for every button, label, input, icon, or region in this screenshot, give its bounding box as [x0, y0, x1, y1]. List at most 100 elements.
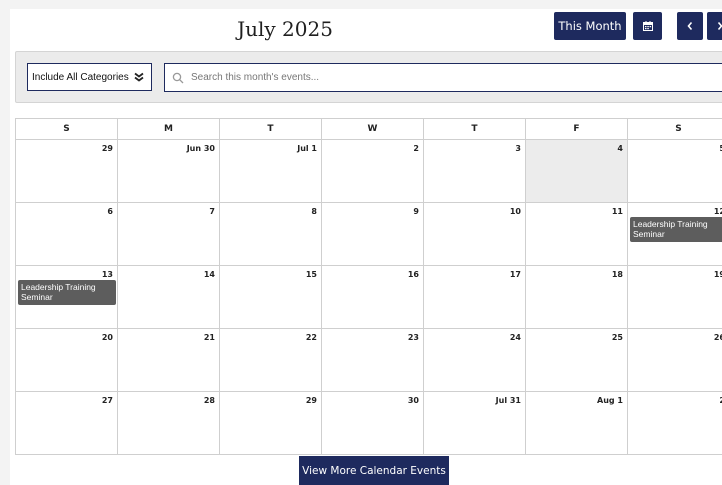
weekday-fri: F — [526, 119, 628, 140]
day-cell[interactable]: Jul 1 — [220, 140, 322, 203]
chevron-right-icon — [717, 21, 722, 31]
day-cell[interactable]: 2 — [628, 392, 722, 455]
weekday-sun: S — [16, 119, 118, 140]
event-search[interactable] — [164, 63, 722, 92]
day-number: 19 — [713, 270, 722, 279]
day-cell[interactable]: 18 — [526, 266, 628, 329]
event-chip[interactable]: Leadership Training Seminar — [630, 217, 722, 242]
calendar-icon — [642, 21, 653, 31]
day-number: 20 — [101, 333, 113, 342]
day-cell[interactable]: 19 — [628, 266, 722, 329]
day-number: 10 — [509, 207, 521, 216]
weekday-wed: W — [322, 119, 424, 140]
day-number: 8 — [311, 207, 317, 216]
month-title: July 2025 — [237, 17, 333, 41]
day-cell[interactable]: Aug 1 — [526, 392, 628, 455]
day-cell[interactable]: 12Leadership Training Seminar — [628, 203, 722, 266]
day-cell[interactable]: 16 — [322, 266, 424, 329]
day-number: 18 — [611, 270, 623, 279]
day-number: 25 — [611, 333, 623, 342]
day-number: 15 — [305, 270, 317, 279]
day-number: Jul 31 — [495, 396, 521, 405]
filter-bar: Include All Categories — [15, 51, 722, 103]
day-cell[interactable]: 29 — [16, 140, 118, 203]
day-number: 2 — [413, 144, 419, 153]
day-cell[interactable]: 2 — [322, 140, 424, 203]
day-number: Jul 1 — [297, 144, 317, 153]
day-number: 11 — [611, 207, 623, 216]
week-row: 27 28 29 30 Jul 31 Aug 1 2 — [16, 392, 722, 455]
day-cell[interactable]: 13 Leadership Training Seminar — [16, 266, 118, 329]
week-row: 13 Leadership Training Seminar 14 15 16 17 18 1… — [16, 266, 722, 329]
day-cell[interactable]: 21 — [118, 329, 220, 392]
day-cell-today[interactable]: 4 — [526, 140, 628, 203]
week-row: 6 7 8 9 10 11 12Leadership Training Seminar — [16, 203, 722, 266]
day-number: 17 — [509, 270, 521, 279]
day-cell[interactable]: 8 — [220, 203, 322, 266]
weekday-tue: T — [220, 119, 322, 140]
day-number: 26 — [713, 333, 722, 342]
day-number: 6 — [107, 207, 113, 216]
day-number: 7 — [209, 207, 215, 216]
day-number: 23 — [407, 333, 419, 342]
day-number: 22 — [305, 333, 317, 342]
calendar-picker-button[interactable] — [633, 12, 662, 40]
day-number: 13 — [101, 270, 113, 279]
day-cell[interactable]: 15 — [220, 266, 322, 329]
weekday-sat: S — [628, 119, 722, 140]
chevron-left-icon — [687, 21, 693, 31]
day-cell[interactable]: 6 — [16, 203, 118, 266]
day-number: 3 — [515, 144, 521, 153]
day-number: 29 — [101, 144, 113, 153]
day-number: 9 — [413, 207, 419, 216]
day-cell[interactable]: 14 — [118, 266, 220, 329]
previous-month-button[interactable] — [677, 12, 703, 40]
next-month-button[interactable] — [707, 12, 722, 40]
weekday-mon: M — [118, 119, 220, 140]
day-cell[interactable]: 20 — [16, 329, 118, 392]
weekday-header-row: S M T W T F S — [16, 119, 722, 140]
day-cell[interactable]: 9 — [322, 203, 424, 266]
category-select[interactable]: Include All Categories — [27, 63, 152, 91]
day-cell[interactable]: 24 — [424, 329, 526, 392]
day-cell[interactable]: 26 — [628, 329, 722, 392]
weekday-thu: T — [424, 119, 526, 140]
view-more-events-button[interactable]: View More Calendar Events — [299, 456, 449, 485]
day-cell[interactable]: Jun 30 — [118, 140, 220, 203]
day-number: Aug 1 — [597, 396, 623, 405]
day-number: 16 — [407, 270, 419, 279]
day-number: 12 — [713, 207, 722, 216]
day-cell[interactable]: 25 — [526, 329, 628, 392]
day-number: 27 — [101, 396, 113, 405]
search-input[interactable] — [189, 71, 693, 84]
day-cell[interactable]: 28 — [118, 392, 220, 455]
day-cell[interactable]: 23 — [322, 329, 424, 392]
event-chip[interactable]: Leadership Training Seminar — [18, 280, 116, 305]
day-number: 29 — [305, 396, 317, 405]
day-number: Jun 30 — [186, 144, 215, 153]
day-number: 4 — [617, 144, 623, 153]
day-cell[interactable]: 17 — [424, 266, 526, 329]
day-number: 24 — [509, 333, 521, 342]
double-chevron-down-icon — [134, 72, 144, 82]
this-month-button[interactable]: This Month — [554, 12, 626, 40]
day-cell[interactable]: 30 — [322, 392, 424, 455]
day-cell[interactable]: 22 — [220, 329, 322, 392]
day-number: 30 — [407, 396, 419, 405]
day-number: 14 — [203, 270, 215, 279]
weeks-container: 29Jun 30Jul 123456789101112Leadership Tr… — [16, 140, 722, 455]
day-cell[interactable]: 3 — [424, 140, 526, 203]
day-number: 21 — [203, 333, 215, 342]
day-cell[interactable]: 27 — [16, 392, 118, 455]
day-cell[interactable]: Jul 31 — [424, 392, 526, 455]
week-row: 29 Jun 30 Jul 1 2 3 45 — [16, 140, 722, 203]
day-cell[interactable]: 5 — [628, 140, 722, 203]
day-cell[interactable]: 11 — [526, 203, 628, 266]
search-icon — [172, 72, 184, 83]
category-select-value: Include All Categories — [32, 71, 129, 83]
day-number: 28 — [203, 396, 215, 405]
day-cell[interactable]: 10 — [424, 203, 526, 266]
day-cell[interactable]: 7 — [118, 203, 220, 266]
calendar-page: July 2025 This Month Include All Categor… — [10, 9, 722, 485]
day-cell[interactable]: 29 — [220, 392, 322, 455]
